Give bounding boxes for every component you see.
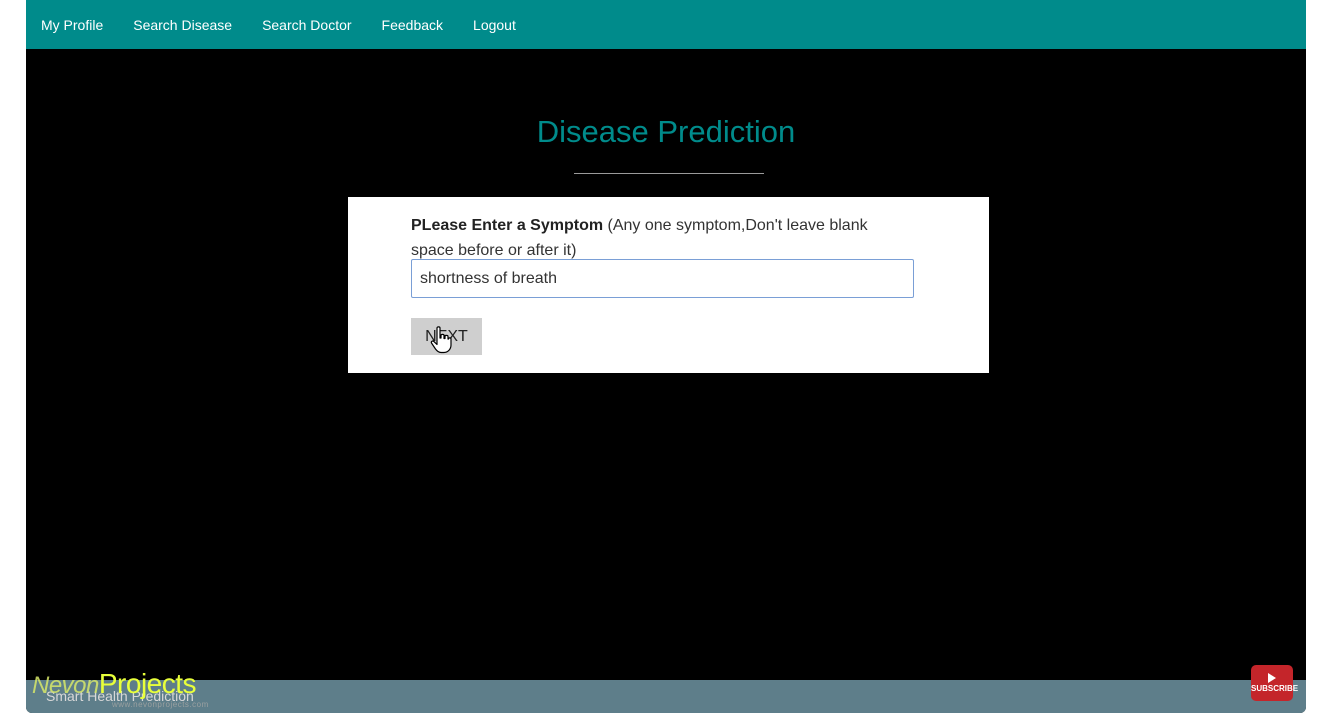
hand-cursor-icon (430, 326, 452, 354)
subscribe-badge[interactable]: SUBSCRIBE (1251, 665, 1298, 701)
symptom-prompt: PLease Enter a Symptom (Any one symptom,… (411, 213, 911, 263)
nav-logout[interactable]: Logout (473, 17, 516, 33)
top-navigation-bar: My Profile Search Disease Search Doctor … (26, 0, 1306, 49)
footer-bar: Smart Health Prediction (26, 680, 1306, 713)
symptom-prompt-bold: PLease Enter a Symptom (411, 217, 604, 234)
symptom-input[interactable] (411, 259, 914, 298)
watermark-logo: NevonProjects (32, 668, 197, 700)
watermark-text: Projects (98, 668, 197, 699)
nav-feedback[interactable]: Feedback (382, 17, 443, 33)
nav-search-disease[interactable]: Search Disease (133, 17, 232, 33)
subscribe-label: SUBSCRIBE (1251, 684, 1299, 693)
nav-search-doctor[interactable]: Search Doctor (262, 17, 351, 33)
page-title: Disease Prediction (536, 114, 796, 149)
watermark-prefix: Nevon (32, 672, 99, 699)
title-divider (574, 173, 764, 174)
watermark-url: www.nevonprojects.com (112, 700, 209, 709)
play-icon (1268, 673, 1276, 683)
nav-my-profile[interactable]: My Profile (41, 17, 103, 33)
browser-viewport: My Profile Search Disease Search Doctor … (26, 0, 1306, 713)
